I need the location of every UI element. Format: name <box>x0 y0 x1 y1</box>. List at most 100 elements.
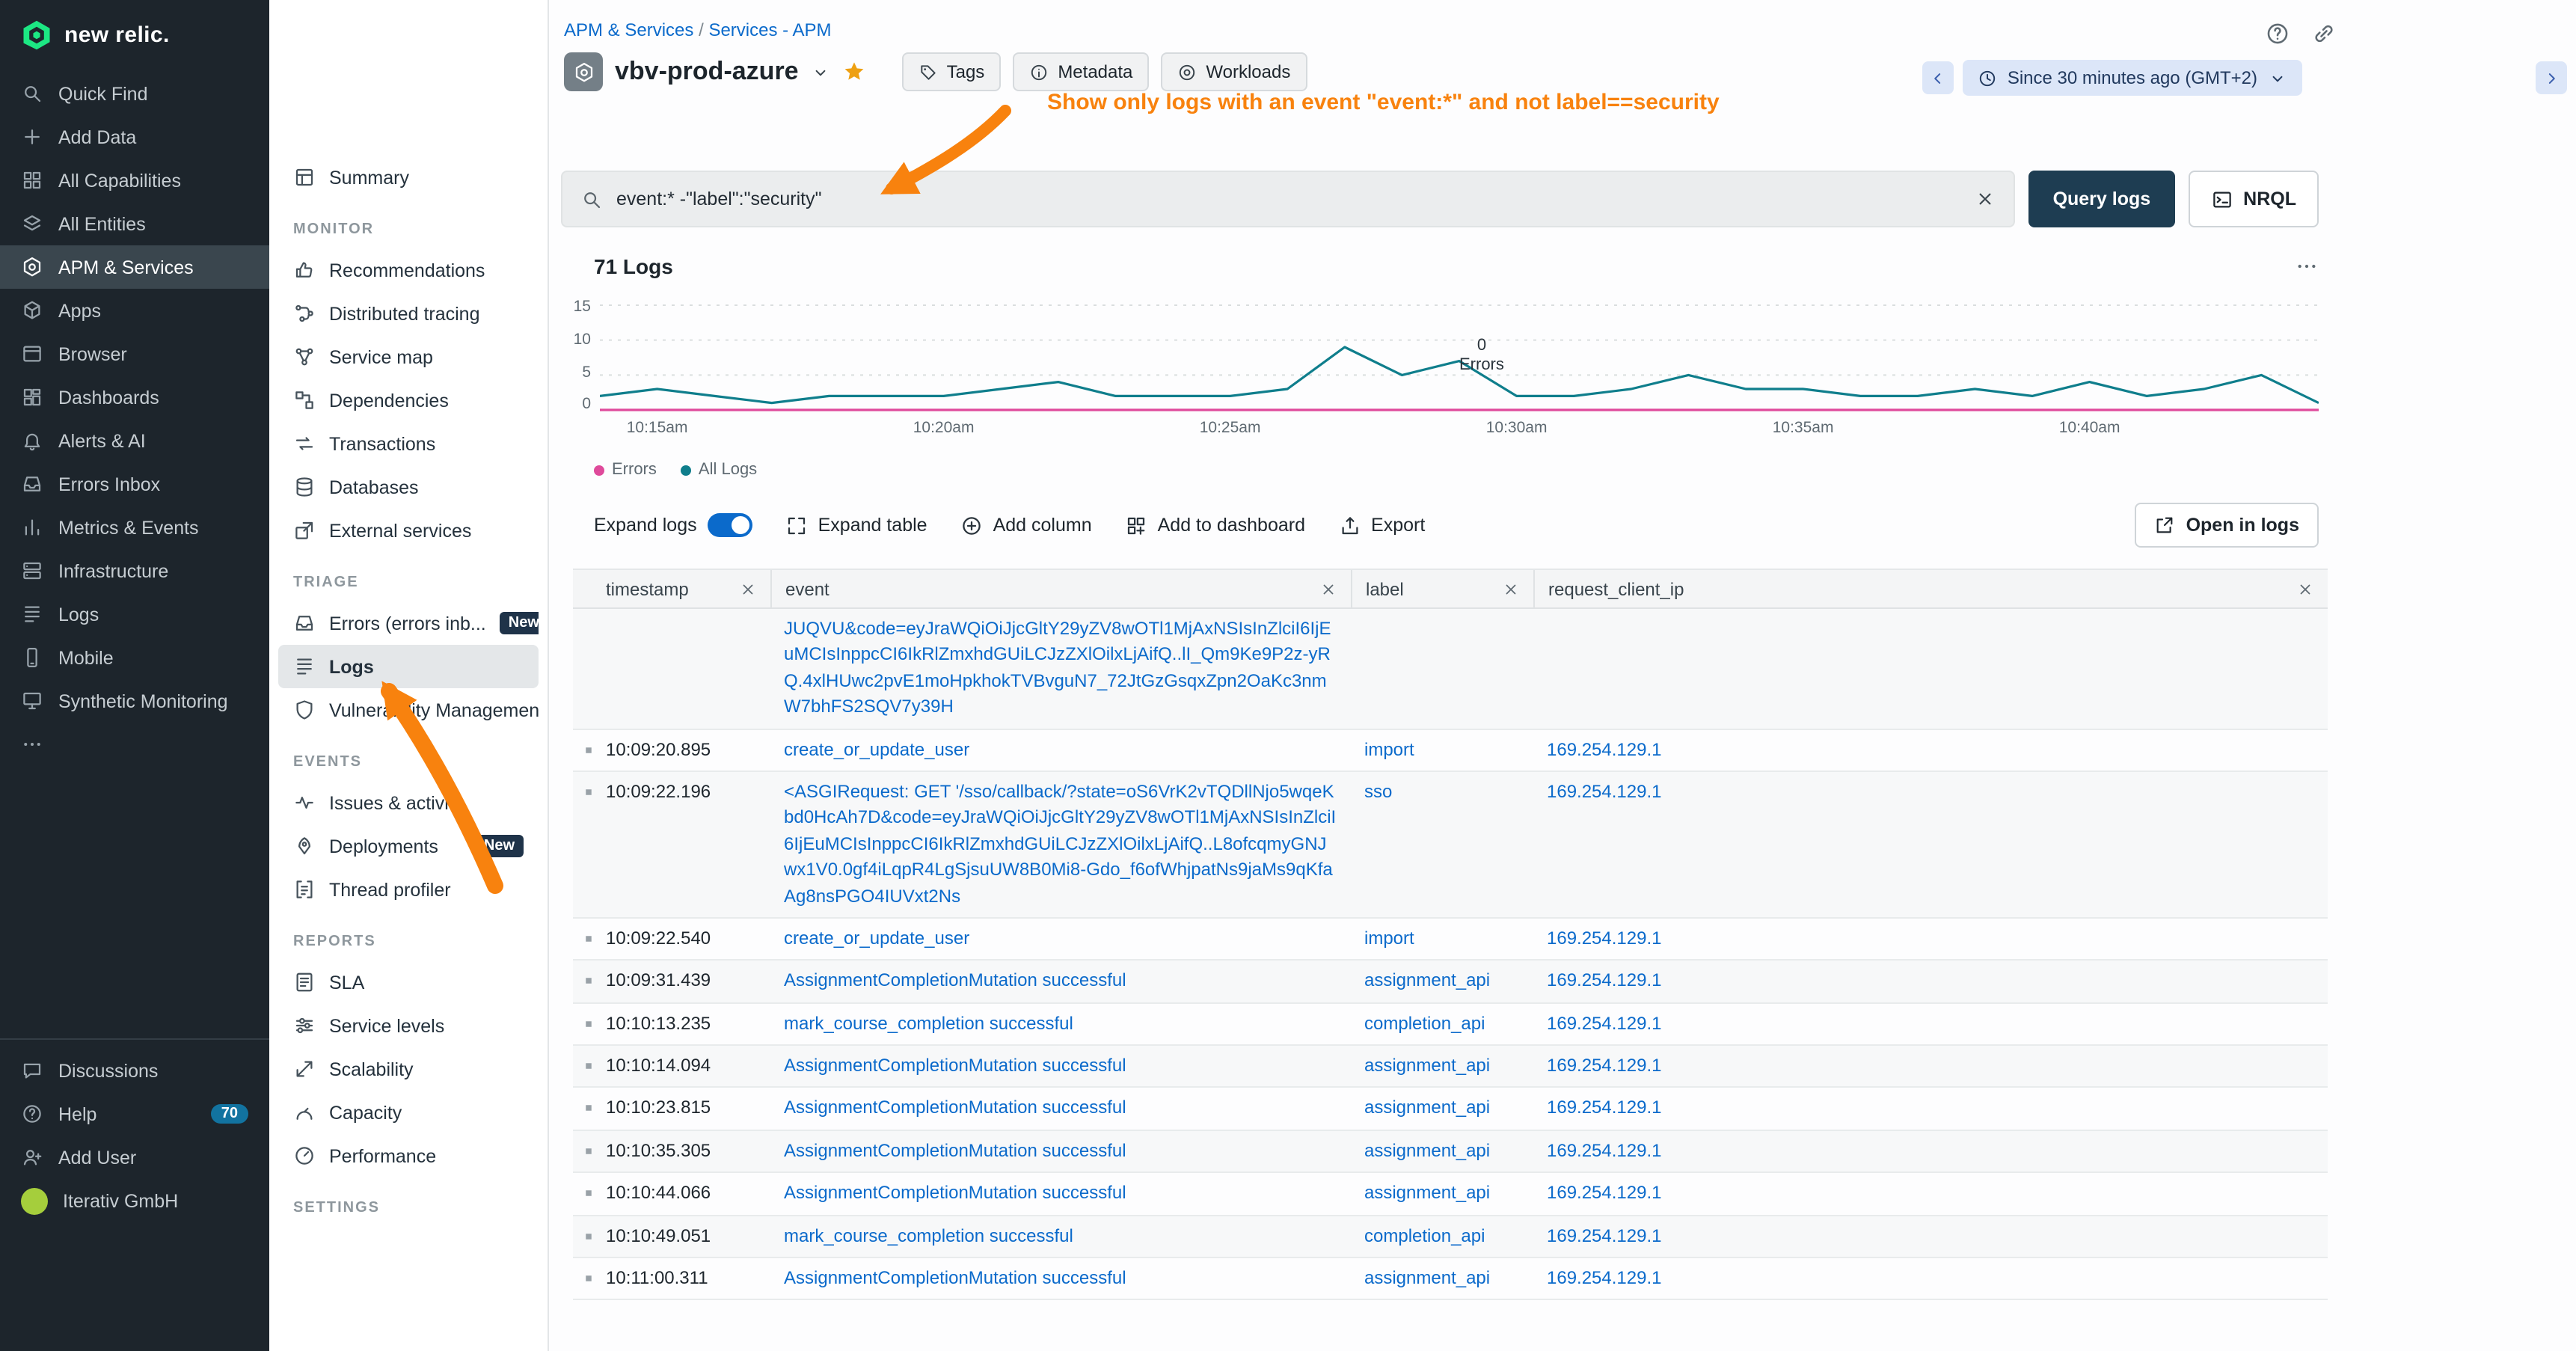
sidebar-item[interactable] <box>0 723 269 766</box>
permalink-icon[interactable] <box>2311 21 2337 46</box>
log-row-10-09-22-540[interactable]: 10:09:22.540 create_or_update_user impor… <box>573 919 2328 961</box>
sidebar-item-iterativ-gmbh[interactable]: Iterativ GmbH <box>0 1179 269 1222</box>
toolbar-action-expand-table[interactable]: Expand table <box>785 514 927 536</box>
label-link[interactable]: assignment_api <box>1364 1097 1490 1118</box>
log-query-input[interactable] <box>616 189 1962 209</box>
subnav-item-performance[interactable]: Performance <box>278 1134 539 1177</box>
log-row-10-10-44-066[interactable]: 10:10:44.066 AssignmentCompletionMutatio… <box>573 1174 2328 1216</box>
request-client-ip-link[interactable]: 169.254.129.1 <box>1547 1140 1662 1161</box>
request-client-ip-link[interactable]: 169.254.129.1 <box>1547 781 1662 802</box>
event-link[interactable]: AssignmentCompletionMutation successful <box>784 1140 1126 1161</box>
subnav-item-summary[interactable]: Summary <box>278 156 539 199</box>
chart-plot-area[interactable]: 0Errors <box>600 299 2319 413</box>
event-link[interactable]: create_or_update_user <box>784 928 969 949</box>
log-row-10-09-22-196[interactable]: 10:09:22.196 <ASGIRequest: GET '/sso/cal… <box>573 772 2328 919</box>
sidebar-item-apm-services[interactable]: APM & Services <box>0 245 269 289</box>
column-header-event[interactable]: event <box>770 570 1351 607</box>
new-relic-logo[interactable]: new relic. <box>0 0 269 72</box>
label-link[interactable]: sso <box>1364 781 1392 802</box>
breadcrumb-services-apm[interactable]: Services - APM <box>708 19 831 40</box>
event-link[interactable]: mark_course_completion successful <box>784 1012 1073 1033</box>
request-client-ip-link[interactable]: 169.254.129.1 <box>1547 1012 1662 1033</box>
button-tags[interactable]: Tags <box>902 52 1002 91</box>
sidebar-item-discussions[interactable]: Discussions <box>0 1049 269 1092</box>
button-workloads[interactable]: Workloads <box>1161 52 1307 91</box>
subnav-item-sla[interactable]: SLA <box>278 961 539 1004</box>
sidebar-item-help[interactable]: Help 70 <box>0 1092 269 1136</box>
remove-column-icon[interactable] <box>739 580 757 598</box>
label-link[interactable]: import <box>1364 738 1414 759</box>
log-row-10-09-31-439[interactable]: 10:09:31.439 AssignmentCompletionMutatio… <box>573 961 2328 1004</box>
subnav-item-dependencies[interactable]: Dependencies <box>278 379 539 422</box>
breadcrumb-apm-services[interactable]: APM & Services <box>564 19 693 40</box>
label-link[interactable]: assignment_api <box>1364 1183 1490 1204</box>
event-link[interactable]: mark_course_completion successful <box>784 1225 1073 1246</box>
event-link[interactable]: AssignmentCompletionMutation successful <box>784 970 1126 991</box>
sidebar-item-quick-find[interactable]: Quick Find <box>0 72 269 115</box>
subnav-item-vulnerability-management[interactable]: Vulnerability Management <box>278 688 539 732</box>
expand-logs-toggle[interactable] <box>708 513 752 537</box>
subnav-item-external-services[interactable]: External services <box>278 509 539 552</box>
event-link[interactable]: AssignmentCompletionMutation successful <box>784 1097 1126 1118</box>
sidebar-item-metrics-events[interactable]: Metrics & Events <box>0 506 269 549</box>
log-row-10-10-23-815[interactable]: 10:10:23.815 AssignmentCompletionMutatio… <box>573 1088 2328 1131</box>
sidebar-item-mobile[interactable]: Mobile <box>0 636 269 679</box>
time-picker[interactable]: Since 30 minutes ago (GMT+2) <box>1963 60 2302 96</box>
subnav-item-logs[interactable]: Logs <box>278 645 539 688</box>
subnav-item-databases[interactable]: Databases <box>278 465 539 509</box>
column-header-timestamp[interactable]: timestamp <box>573 570 770 607</box>
log-row-10-10-49-051[interactable]: 10:10:49.051 mark_course_completion succ… <box>573 1216 2328 1258</box>
request-client-ip-link[interactable]: 169.254.129.1 <box>1547 970 1662 991</box>
log-row-10-11-00-311[interactable]: 10:11:00.311 AssignmentCompletionMutatio… <box>573 1258 2328 1301</box>
event-link[interactable]: AssignmentCompletionMutation successful <box>784 1183 1126 1204</box>
event-link[interactable]: AssignmentCompletionMutation successful <box>784 1267 1126 1288</box>
subnav-item-transactions[interactable]: Transactions <box>278 422 539 465</box>
legend-item-all-logs[interactable]: All Logs <box>681 461 757 479</box>
open-in-logs-button[interactable]: Open in logs <box>2135 503 2319 548</box>
event-link[interactable]: <ASGIRequest: GET '/sso/callback/?state=… <box>784 781 1336 906</box>
request-client-ip-link[interactable]: 169.254.129.1 <box>1547 1267 1662 1288</box>
log-row-10-10-13-235[interactable]: 10:10:13.235 mark_course_completion succ… <box>573 1003 2328 1046</box>
label-link[interactable]: assignment_api <box>1364 1267 1490 1288</box>
sidebar-item-browser[interactable]: Browser <box>0 332 269 376</box>
sidebar-item-all-capabilities[interactable]: All Capabilities <box>0 159 269 202</box>
legend-item-errors[interactable]: Errors <box>594 461 657 479</box>
column-header-request-client-ip[interactable]: request_client_ip <box>1533 570 2328 607</box>
label-link[interactable]: completion_api <box>1364 1012 1485 1033</box>
request-client-ip-link[interactable]: 169.254.129.1 <box>1547 1225 1662 1246</box>
label-link[interactable]: assignment_api <box>1364 970 1490 991</box>
query-logs-button[interactable]: Query logs <box>2029 171 2175 227</box>
nrql-button[interactable]: NRQL <box>2188 171 2319 227</box>
sidebar-item-infrastructure[interactable]: Infrastructure <box>0 549 269 592</box>
event-link[interactable]: JUQVU&code=eyJraWQiOiJjcGltY29yZV8wOTl1M… <box>784 618 1331 717</box>
sidebar-item-logs[interactable]: Logs <box>0 592 269 636</box>
log-row-10-10-35-305[interactable]: 10:10:35.305 AssignmentCompletionMutatio… <box>573 1131 2328 1174</box>
sidebar-item-alerts-ai[interactable]: Alerts & AI <box>0 419 269 462</box>
subnav-item-deployments[interactable]: Deployments New <box>278 824 539 868</box>
log-search-box[interactable] <box>561 171 2016 227</box>
time-forward-button[interactable] <box>2536 61 2567 94</box>
subnav-item-distributed-tracing[interactable]: Distributed tracing <box>278 292 539 335</box>
log-row-10-10-14-094[interactable]: 10:10:14.094 AssignmentCompletionMutatio… <box>573 1046 2328 1088</box>
remove-column-icon[interactable] <box>1319 580 1337 598</box>
sidebar-item-add-user[interactable]: Add User <box>0 1136 269 1179</box>
entity-switcher-chevron-down-icon[interactable] <box>811 62 830 82</box>
sidebar-item-apps[interactable]: Apps <box>0 289 269 332</box>
subnav-item-thread-profiler[interactable]: Thread profiler <box>278 868 539 911</box>
label-link[interactable]: completion_api <box>1364 1225 1485 1246</box>
log-row[interactable]: JUQVU&code=eyJraWQiOiJjcGltY29yZV8wOTl1M… <box>573 609 2328 729</box>
log-row-10-09-20-895[interactable]: 10:09:20.895 create_or_update_user impor… <box>573 729 2328 772</box>
label-link[interactable]: import <box>1364 928 1414 949</box>
event-link[interactable]: create_or_update_user <box>784 738 969 759</box>
toolbar-action-add-column[interactable]: Add column <box>960 514 1092 536</box>
subnav-item-recommendations[interactable]: Recommendations <box>278 248 539 292</box>
sidebar-item-synthetic-monitoring[interactable]: Synthetic Monitoring <box>0 679 269 723</box>
sidebar-item-dashboards[interactable]: Dashboards <box>0 376 269 419</box>
request-client-ip-link[interactable]: 169.254.129.1 <box>1547 1183 1662 1204</box>
label-link[interactable]: assignment_api <box>1364 1140 1490 1161</box>
subnav-item-scalability[interactable]: Scalability <box>278 1047 539 1091</box>
more-options-icon[interactable] <box>2295 254 2319 278</box>
remove-column-icon[interactable] <box>1502 580 1520 598</box>
time-back-button[interactable] <box>1922 61 1954 94</box>
remove-column-icon[interactable] <box>2296 580 2314 598</box>
